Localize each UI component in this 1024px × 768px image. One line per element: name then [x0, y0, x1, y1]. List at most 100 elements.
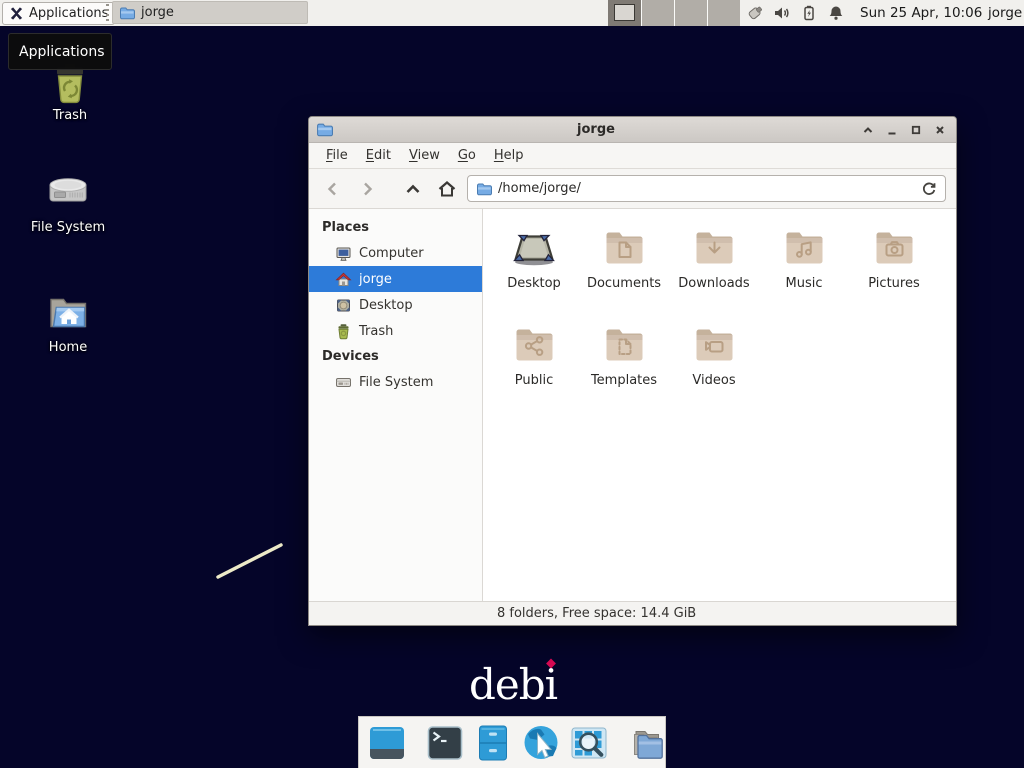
- system-tray: [746, 4, 845, 22]
- xfce-logo-icon: [9, 6, 24, 21]
- workspace-3[interactable]: [674, 0, 707, 26]
- desktop-icon-filesystem[interactable]: File System: [20, 166, 116, 235]
- sidebar-item-trash[interactable]: Trash: [309, 318, 482, 344]
- file-item-videos[interactable]: Videos: [669, 314, 759, 411]
- statusbar: 8 folders, Free space: 14.4 GiB: [309, 601, 956, 625]
- file-item-label: Desktop: [489, 276, 579, 291]
- debian-logo-text: deb: [469, 660, 545, 709]
- file-item-pictures[interactable]: Pictures: [849, 217, 939, 314]
- tray-volume-icon[interactable]: [773, 4, 791, 22]
- computer-icon: [335, 245, 352, 262]
- applications-tooltip-text: Applications: [19, 44, 105, 60]
- workspace-2[interactable]: [641, 0, 674, 26]
- folder-templates-icon: [579, 314, 669, 368]
- desktop-icon-home[interactable]: Home: [20, 288, 116, 355]
- dock-directory-menu-button[interactable]: [626, 722, 668, 764]
- web-browser-icon: [520, 722, 562, 764]
- taskbar-window-button[interactable]: jorge: [112, 1, 308, 24]
- drive-desktop-icon: [20, 166, 116, 214]
- terminal-icon: [424, 722, 466, 764]
- folder-downloads-icon: [669, 217, 759, 271]
- sidebar-item-label: Trash: [359, 324, 393, 339]
- desktop-icon-label: Home: [20, 340, 116, 355]
- sidebar: Places Computer jorgeDesktop Trash Devices Fi…: [309, 209, 483, 601]
- sidebar-header-devices: Devices: [309, 344, 482, 369]
- window-titlebar[interactable]: jorge: [309, 117, 956, 143]
- forward-button[interactable]: [353, 175, 381, 203]
- back-button[interactable]: [319, 175, 347, 203]
- dock-terminal-button[interactable]: [424, 722, 466, 764]
- minimize-button[interactable]: [883, 121, 901, 139]
- tasklist-handle[interactable]: [106, 4, 109, 22]
- file-item-label: Pictures: [849, 276, 939, 291]
- applications-tooltip: Applications: [8, 33, 112, 70]
- maximize-button[interactable]: [907, 121, 925, 139]
- file-manager-window: jorge FileEditViewGoHelp Places Computer j…: [308, 116, 957, 626]
- desktop-special-icon: [489, 217, 579, 271]
- workspace-1[interactable]: [608, 0, 641, 26]
- workspace-4[interactable]: [707, 0, 740, 26]
- menu-file[interactable]: File: [317, 145, 357, 166]
- menu-view[interactable]: View: [400, 145, 449, 166]
- home-red-icon: [335, 271, 352, 288]
- folder-documents-icon: [579, 217, 669, 271]
- window-title: jorge: [339, 122, 853, 137]
- menu-go[interactable]: Go: [449, 145, 485, 166]
- sidebar-item-file-system[interactable]: File System: [309, 369, 482, 395]
- file-item-label: Downloads: [669, 276, 759, 291]
- toolbar: [309, 169, 956, 209]
- menu-help[interactable]: Help: [485, 145, 533, 166]
- file-item-public[interactable]: Public: [489, 314, 579, 411]
- desktop-icon-trash[interactable]: Trash: [22, 62, 118, 123]
- trash-mini-icon: [335, 323, 352, 340]
- top-panel: Applications jorge Sun 25 Apr, 10:06 jor…: [0, 0, 1024, 26]
- window-folder-icon: [316, 121, 333, 138]
- file-item-label: Templates: [579, 373, 669, 388]
- file-item-music[interactable]: Music: [759, 217, 849, 314]
- workspace-switcher: [608, 0, 740, 26]
- dock-web-browser-button[interactable]: [520, 722, 562, 764]
- dock-app-finder-button[interactable]: [568, 722, 610, 764]
- sidebar-item-jorge[interactable]: jorge: [309, 266, 482, 292]
- tray-notifications-icon[interactable]: [827, 4, 845, 22]
- taskbar-window-label: jorge: [141, 5, 174, 20]
- tray-input-device-icon[interactable]: [746, 4, 764, 22]
- close-button[interactable]: [931, 121, 949, 139]
- show-desktop-icon: [366, 722, 408, 764]
- dock: [358, 716, 666, 768]
- folder-icon: [119, 5, 135, 21]
- tray-battery-charging-icon[interactable]: [800, 4, 818, 22]
- sidebar-item-desktop[interactable]: Desktop: [309, 292, 482, 318]
- reload-icon[interactable]: [921, 181, 937, 197]
- location-bar[interactable]: [467, 175, 946, 202]
- dock-show-desktop-button[interactable]: [366, 722, 408, 764]
- applications-menu-button[interactable]: Applications: [2, 2, 115, 25]
- sidebar-item-computer[interactable]: Computer: [309, 240, 482, 266]
- menu-edit[interactable]: Edit: [357, 145, 400, 166]
- file-item-desktop[interactable]: Desktop: [489, 217, 579, 314]
- sidebar-item-label: File System: [359, 375, 433, 390]
- menubar: FileEditViewGoHelp: [309, 143, 956, 169]
- file-item-downloads[interactable]: Downloads: [669, 217, 759, 314]
- file-grid: DesktopDocumentsDownloadsMusicPictures Pu…: [483, 209, 956, 601]
- up-button[interactable]: [399, 175, 427, 203]
- dock-file-manager-button[interactable]: [472, 722, 514, 764]
- desktop-icon-label: Trash: [22, 108, 118, 123]
- panel-username: jorge: [988, 5, 1022, 21]
- panel-clock[interactable]: Sun 25 Apr, 10:06: [860, 5, 982, 21]
- file-manager-icon: [472, 722, 514, 764]
- path-input[interactable]: [498, 181, 915, 196]
- drive-mini-icon: [335, 374, 352, 391]
- sidebar-item-label: Computer: [359, 246, 424, 261]
- file-item-templates[interactable]: Templates: [579, 314, 669, 411]
- file-item-label: Videos: [669, 373, 759, 388]
- home-button[interactable]: [433, 175, 461, 203]
- file-item-documents[interactable]: Documents: [579, 217, 669, 314]
- app-finder-icon: [568, 722, 610, 764]
- shade-button[interactable]: [859, 121, 877, 139]
- sidebar-header-places: Places: [309, 215, 482, 240]
- folder-videos-icon: [669, 314, 759, 368]
- directory-menu-icon: [626, 722, 668, 764]
- file-item-label: Public: [489, 373, 579, 388]
- folder-music-icon: [759, 217, 849, 271]
